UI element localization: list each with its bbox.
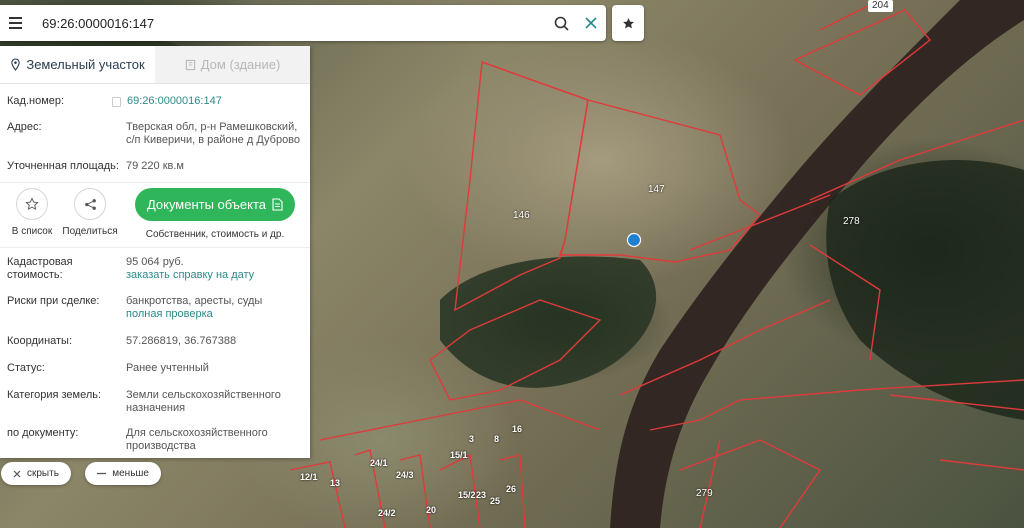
location-marker[interactable] xyxy=(626,232,642,248)
forest-patch xyxy=(440,256,657,388)
address-row: Адрес: Тверская обл, р-н Рамешковский, с… xyxy=(0,121,310,147)
parcel-label[interactable]: 20 xyxy=(426,505,436,515)
field-label: Кадастровая стоимость: xyxy=(7,256,73,281)
permitted-use-row: по документу: Для сельскохозяйственного … xyxy=(0,427,310,453)
parcel-label[interactable]: 147 xyxy=(648,184,665,195)
tab-label: Дом (здание) xyxy=(200,57,281,72)
hide-label: скрыть xyxy=(27,468,59,479)
parcel-147-boundary xyxy=(481,61,762,263)
parcel-label[interactable]: 278 xyxy=(843,216,860,227)
share-action[interactable]: Поделиться xyxy=(62,188,118,237)
cadastral-cost-row: Кадастровая стоимость: 95 064 руб. заказ… xyxy=(0,256,310,282)
share-icon xyxy=(84,198,96,210)
parcel-label[interactable]: 8 xyxy=(494,434,499,444)
cadastral-number-link[interactable]: 69:26:0000016:147 xyxy=(127,95,222,108)
favorite-button[interactable] xyxy=(16,188,48,220)
actions-bar: В список Поделиться Документы объекта Со… xyxy=(0,183,310,247)
clear-icon[interactable] xyxy=(576,5,606,41)
land-category-value: Земли сельскохозяйственного назначения xyxy=(126,389,281,414)
coordinates-row: Координаты: 57.286819, 36.767388 xyxy=(0,335,310,348)
documents-subtitle: Собственник, стоимость и др. xyxy=(145,229,285,240)
parcel-label[interactable]: 24/3 xyxy=(396,470,414,480)
field-label: по документу: xyxy=(7,427,79,439)
parcel-label[interactable]: 25 xyxy=(490,496,500,506)
tab-building[interactable]: Дом (здание) xyxy=(155,46,310,83)
documents-block: Документы объекта Собственник, стоимость… xyxy=(135,188,295,240)
map-pin-icon xyxy=(11,58,21,71)
field-label: Координаты: xyxy=(7,335,73,347)
parcel-label[interactable]: 16 xyxy=(512,424,522,434)
land-category-row: Категория земель: Земли сельскохозяйстве… xyxy=(0,389,310,415)
parcel-label[interactable]: 24/1 xyxy=(370,458,388,468)
minus-icon xyxy=(97,472,107,475)
parcel-label[interactable]: 3 xyxy=(469,434,474,444)
menu-icon[interactable] xyxy=(0,5,30,41)
road-number-badge: 204 xyxy=(868,0,893,12)
object-documents-button[interactable]: Документы объекта xyxy=(135,188,295,221)
field-label: Адрес: xyxy=(7,121,42,133)
star-outline-icon xyxy=(25,197,39,211)
copy-icon[interactable] xyxy=(112,96,121,107)
search-bar xyxy=(0,5,606,41)
tab-land-plot[interactable]: Земельный участок xyxy=(0,46,155,83)
share-button[interactable] xyxy=(74,188,106,220)
parcel-label[interactable]: 15/1 xyxy=(450,450,468,460)
area-value: 79 220 кв.м xyxy=(126,160,184,172)
object-info-panel: Земельный участок Дом (здание) Кад.номер… xyxy=(0,46,310,458)
tab-label: Земельный участок xyxy=(26,57,145,72)
building-icon xyxy=(185,59,195,70)
cadastral-number-row: Кад.номер: 69:26:0000016:147 xyxy=(0,95,310,108)
order-certificate-link[interactable]: заказать справку на дату xyxy=(126,269,302,282)
field-label: Риски при сделке: xyxy=(7,295,100,307)
parcel-label[interactable]: 23 xyxy=(476,490,486,500)
area-row: Уточненная площадь: 79 220 кв.м xyxy=(0,160,310,173)
field-label: Категория земель: xyxy=(7,389,102,401)
bookmark-star-button[interactable] xyxy=(612,5,644,41)
coordinates-value: 57.286819, 36.767388 xyxy=(126,335,237,347)
search-input[interactable] xyxy=(30,5,546,41)
star-icon xyxy=(622,17,634,28)
parcel-label[interactable]: 146 xyxy=(513,210,530,221)
search-icon[interactable] xyxy=(546,5,576,41)
parcel-label[interactable]: 12/1 xyxy=(300,472,318,482)
address-value: Тверская обл, р-н Рамешковский, с/п Киве… xyxy=(126,121,301,146)
field-label: Уточненная площадь: xyxy=(7,160,119,172)
hide-panel-button[interactable]: скрыть xyxy=(1,462,71,485)
add-to-list-action[interactable]: В список xyxy=(7,188,57,237)
document-icon xyxy=(272,198,283,211)
risks-row: Риски при сделке: банкротства, аресты, с… xyxy=(0,295,310,321)
parcel-label[interactable]: 279 xyxy=(696,488,713,499)
parcel-label[interactable]: 15/2 xyxy=(458,490,476,500)
field-label: Статус: xyxy=(7,362,45,374)
parcel-label[interactable]: 13 xyxy=(330,478,340,488)
favorite-label: В список xyxy=(11,226,53,237)
status-value: Ранее учтенный xyxy=(126,362,209,374)
risks-value: банкротства, аресты, суды xyxy=(126,295,263,307)
forest-patch xyxy=(826,160,1024,420)
parcel-label[interactable]: 26 xyxy=(506,484,516,494)
field-label: Кад.номер: xyxy=(7,95,65,107)
cadastral-cost-value: 95 064 руб. xyxy=(126,256,184,268)
less-label: меньше xyxy=(112,468,149,479)
panel-tabs: Земельный участок Дом (здание) xyxy=(0,46,310,84)
permitted-use-value: Для сельскохозяйственного производства xyxy=(126,427,268,452)
documents-button-label: Документы объекта xyxy=(146,197,267,212)
collapse-panel-button[interactable]: меньше xyxy=(85,462,161,485)
parcel-label[interactable]: 24/2 xyxy=(378,508,396,518)
share-label: Поделиться xyxy=(62,226,118,237)
status-row: Статус: Ранее учтенный xyxy=(0,362,310,375)
full-check-link[interactable]: полная проверка xyxy=(126,308,302,321)
close-icon xyxy=(13,470,21,477)
